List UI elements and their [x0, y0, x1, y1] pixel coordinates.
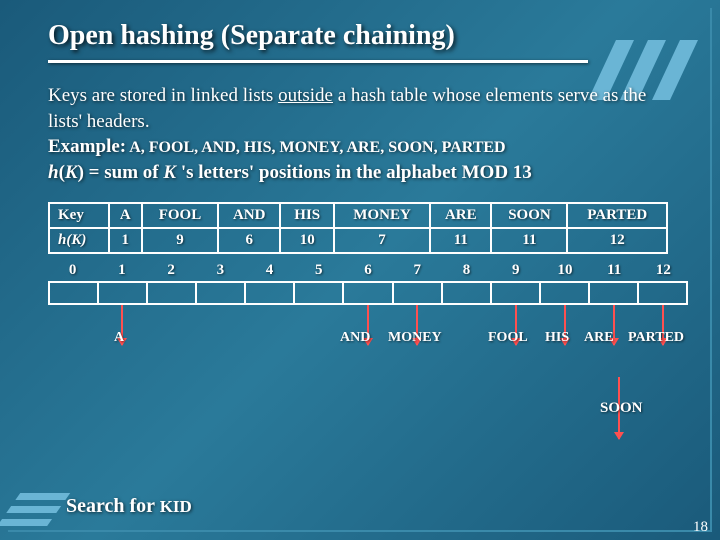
td-key: MONEY — [334, 203, 430, 228]
chain-item: AND — [340, 330, 370, 346]
hash-fn-k1: K — [65, 162, 78, 183]
table-row-hashes: h(K) 1 9 6 10 7 11 11 12 — [49, 228, 667, 253]
hash-fn-h: h — [48, 162, 59, 183]
bucket-idx: 1 — [97, 262, 146, 279]
td-key: ARE — [430, 203, 491, 228]
bucket-idx: 2 — [146, 262, 195, 279]
bucket-idx: 0 — [48, 262, 97, 279]
bucket-idx: 8 — [442, 262, 491, 279]
body-text-block: Keys are stored in linked lists outside … — [48, 83, 680, 186]
search-for-text: Search for KID — [66, 495, 192, 518]
bucket-index-labels: 0 1 2 3 4 5 6 7 8 9 10 11 12 — [48, 262, 688, 279]
example-label: Example: — [48, 136, 126, 157]
td-hash: 6 — [218, 228, 281, 253]
bucket-idx: 7 — [393, 262, 442, 279]
example-words: A, FOOL, AND, HIS, MONEY, ARE, SOON, PAR… — [126, 139, 506, 156]
td-hash: 7 — [334, 228, 430, 253]
chain-item: FOOL — [488, 330, 528, 346]
td-key: AND — [218, 203, 281, 228]
chain-item: PARTED — [628, 330, 684, 346]
td-key: PARTED — [567, 203, 667, 228]
bucket-idx: 3 — [196, 262, 245, 279]
slide-title: Open hashing (Separate chaining) — [48, 20, 680, 52]
hash-fn-eq: ) = sum of — [78, 162, 164, 183]
td-key: SOON — [491, 203, 567, 228]
td-hash: 11 — [430, 228, 491, 253]
table-row-keys: Key A FOOL AND HIS MONEY ARE SOON PARTED — [49, 203, 667, 228]
body-line1a: Keys are stored in linked lists — [48, 85, 278, 106]
body-outside-word: outside — [278, 85, 333, 106]
page-number: 18 — [693, 519, 708, 536]
chain-item: A — [114, 330, 124, 346]
slide-container: Open hashing (Separate chaining) Keys ar… — [8, 8, 712, 532]
bucket-idx: 6 — [343, 262, 392, 279]
search-key: KID — [160, 497, 192, 516]
bucket-idx: 12 — [639, 262, 688, 279]
chain-item-soon: SOON — [600, 400, 660, 417]
chain-item: ARE — [584, 330, 614, 346]
bucket-diagram: 0 1 2 3 4 5 6 7 8 9 10 11 12 — [48, 262, 688, 392]
hash-data-table: Key A FOOL AND HIS MONEY ARE SOON PARTED… — [48, 202, 668, 254]
td-hash: 12 — [567, 228, 667, 253]
td-hash: 1 — [109, 228, 142, 253]
hash-fn-rest: 's letters' positions in the alphabet MO… — [176, 162, 532, 183]
chain-item: HIS — [545, 330, 569, 346]
td-key: A — [109, 203, 142, 228]
bucket-idx: 9 — [491, 262, 540, 279]
bucket-idx: 4 — [245, 262, 294, 279]
bucket-idx: 10 — [540, 262, 589, 279]
th-key: Key — [49, 203, 109, 228]
td-hash: 10 — [280, 228, 334, 253]
td-key: HIS — [280, 203, 334, 228]
chain-item: MONEY — [388, 330, 442, 346]
th-hk: h(K) — [49, 228, 109, 253]
td-hash: 9 — [142, 228, 218, 253]
bucket-cells — [48, 281, 688, 305]
td-hash: 11 — [491, 228, 567, 253]
td-key: FOOL — [142, 203, 218, 228]
hash-fn-k2: K — [163, 162, 176, 183]
bucket-idx: 5 — [294, 262, 343, 279]
bucket-idx: 11 — [590, 262, 639, 279]
title-underline — [48, 60, 588, 63]
